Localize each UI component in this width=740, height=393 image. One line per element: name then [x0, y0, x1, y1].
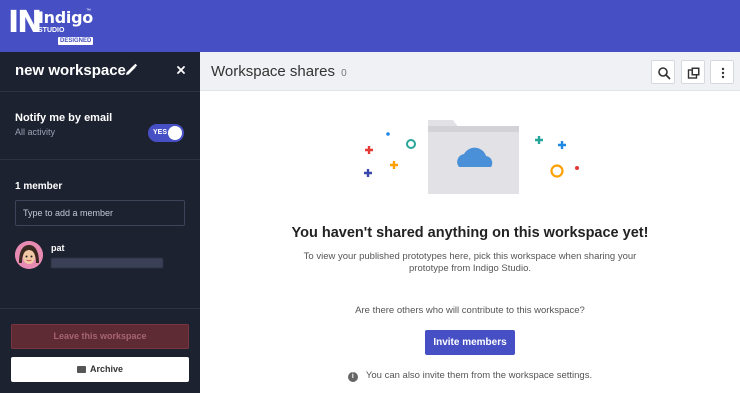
- member-email-redacted: [51, 258, 163, 268]
- invite-info-text: You can also invite them from the worksp…: [365, 370, 593, 381]
- notify-toggle[interactable]: YES: [148, 124, 184, 142]
- member-name: pat: [51, 243, 65, 253]
- indigo-studio-logo[interactable]: IN Indigo ™ STUDIO DESIGNED: [8, 6, 100, 46]
- logo-word: Indigo: [38, 8, 93, 27]
- main-header: Workspace shares 0: [200, 52, 740, 91]
- members-count: 1 member: [15, 181, 63, 192]
- divider: [0, 308, 200, 309]
- toggle-label: YES: [153, 129, 168, 136]
- contributors-question: Are there others who will contribute to …: [355, 305, 585, 316]
- pencil-icon[interactable]: [124, 63, 138, 77]
- close-icon[interactable]: [175, 63, 187, 75]
- shares-count: 0: [341, 68, 347, 79]
- more-vertical-icon: [721, 67, 725, 79]
- archive-label: Archive: [89, 364, 124, 374]
- logo-studio: STUDIO: [38, 27, 65, 34]
- page-title-text: Workspace shares: [211, 63, 335, 80]
- divider: [0, 159, 200, 160]
- empty-state-description: To view your published prototypes here, …: [303, 251, 637, 274]
- workspace-shares-panel: Workspace shares 0 You haven't shared an…: [200, 52, 740, 393]
- toggle-knob: [168, 126, 182, 140]
- search-button[interactable]: [651, 60, 675, 84]
- add-member-input[interactable]: [15, 200, 185, 226]
- archive-button[interactable]: Archive: [11, 357, 189, 382]
- page-title: Workspace shares 0: [211, 63, 347, 83]
- logo-mark: IN: [8, 5, 42, 40]
- empty-folder-illustration: [364, 120, 579, 194]
- more-options-button[interactable]: [710, 60, 734, 84]
- copy-icon: [687, 67, 700, 79]
- workspace-sidebar: new workspace Notify me by email All act…: [0, 52, 200, 393]
- notify-subtitle: All activity: [15, 127, 56, 137]
- logo-designed-badge: DESIGNED: [58, 37, 94, 45]
- invite-info: i You can also invite them from the works…: [200, 370, 740, 382]
- leave-workspace-button[interactable]: Leave this workspace: [11, 324, 189, 349]
- workspace-header: new workspace: [0, 52, 200, 92]
- info-icon: i: [347, 372, 358, 382]
- empty-state-title: You haven't shared anything on this work…: [291, 225, 649, 241]
- copy-button[interactable]: [681, 60, 705, 84]
- avatar: [15, 241, 43, 269]
- top-bar: IN Indigo ™ STUDIO DESIGNED: [0, 0, 740, 52]
- search-icon: [658, 67, 671, 80]
- invite-members-button[interactable]: Invite members: [425, 330, 515, 355]
- workspace-name[interactable]: new workspace: [15, 62, 126, 80]
- archive-icon: [76, 366, 86, 373]
- notify-title: Notify me by email: [15, 112, 113, 124]
- logo-trademark: ™: [86, 8, 91, 14]
